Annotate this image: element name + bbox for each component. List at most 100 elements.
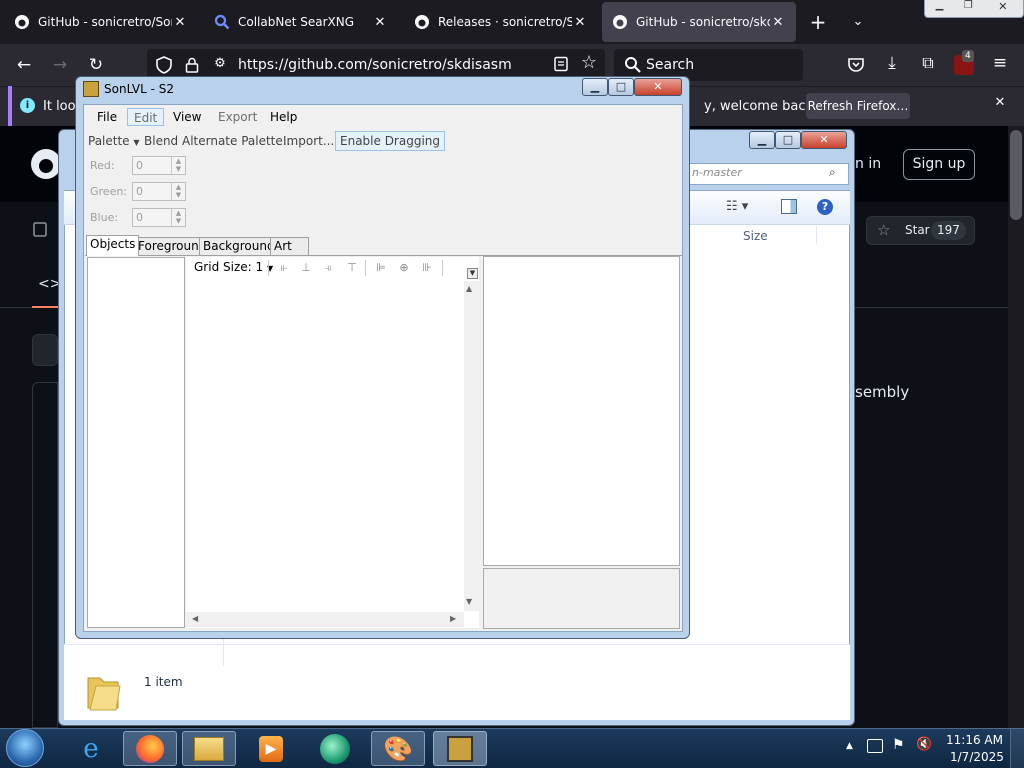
window-controls: ▁ ❐ ✕ <box>924 0 1024 18</box>
github-icon <box>415 15 429 29</box>
scroll-down-icon[interactable]: ▼ <box>466 597 472 606</box>
palette-label: Palette <box>88 134 130 148</box>
tab-background[interactable]: Background <box>199 237 279 255</box>
align-left-icon[interactable]: ⫦ <box>277 261 291 275</box>
green-value: 0 <box>136 185 143 198</box>
taskbar-firefox[interactable] <box>123 731 177 766</box>
center-horizontal-icon[interactable]: ⊕ <box>397 261 411 275</box>
scroll-up-icon[interactable]: ▲ <box>466 284 472 293</box>
taskbar-app[interactable] <box>308 731 362 766</box>
explorer-close-icon[interactable]: ✕ <box>801 131 847 149</box>
branch-button[interactable] <box>32 334 58 366</box>
menu-view[interactable]: View <box>168 108 206 126</box>
start-button[interactable] <box>6 729 44 767</box>
menu-help[interactable]: Help <box>265 108 302 126</box>
close-tab-icon[interactable]: ✕ <box>770 15 786 30</box>
help-icon[interactable]: ? <box>817 199 833 215</box>
level-canvas[interactable] <box>186 257 479 628</box>
show-hidden-icons-icon[interactable]: ▲ <box>846 741 853 751</box>
align-right-edge-icon[interactable]: ⊪ <box>420 261 434 275</box>
menu-hamburger-icon[interactable]: ≡ <box>990 53 1010 75</box>
lock-icon[interactable] <box>185 57 199 73</box>
minimize-icon[interactable]: ▁ <box>925 0 954 17</box>
align-left-edge-icon[interactable]: ⊫ <box>374 261 388 275</box>
red-value: 0 <box>136 159 143 172</box>
object-properties-panel[interactable] <box>483 256 680 566</box>
browser-tab[interactable]: CollabNet SearXNG ✕ <box>204 2 398 42</box>
taskbar-explorer[interactable] <box>182 731 236 766</box>
view-options-icon[interactable]: ☷ ▾ <box>726 199 748 214</box>
new-tab-icon[interactable]: + <box>808 10 828 34</box>
extensions-icon[interactable]: ⧉ <box>918 53 938 75</box>
permissions-icon[interactable]: ⚙ <box>211 56 229 74</box>
scrollbar-thumb[interactable] <box>1010 130 1022 220</box>
clock-date[interactable]: 1/7/2025 <box>950 750 1004 764</box>
object-list-panel[interactable] <box>87 257 185 628</box>
close-notification-icon[interactable]: ✕ <box>992 95 1008 113</box>
horizontal-scrollbar[interactable] <box>186 612 464 627</box>
column-header-size[interactable]: Size <box>743 229 768 243</box>
sonlvl-minimize-icon[interactable]: ▁ <box>582 78 608 96</box>
network-icon[interactable] <box>867 739 883 753</box>
bookmark-star-icon[interactable]: ☆ <box>579 53 599 73</box>
import-button[interactable]: Import... <box>283 132 334 150</box>
toolbar-overflow-icon[interactable]: ▼ <box>467 268 478 279</box>
menu-file[interactable]: File <box>92 108 122 126</box>
explorer-search-icon[interactable]: ⌕ <box>829 165 836 180</box>
scroll-left-icon[interactable]: ◀ <box>192 614 198 623</box>
sonlvl-maximize-icon[interactable]: □ <box>608 78 634 96</box>
list-tabs-chevron-icon[interactable]: ⌄ <box>848 10 868 34</box>
reload-icon[interactable]: ↻ <box>83 53 109 77</box>
vertical-scrollbar[interactable] <box>464 281 479 611</box>
restore-icon[interactable]: ❐ <box>954 0 983 17</box>
tab-objects[interactable]: Objects <box>86 235 140 256</box>
sign-up-button[interactable]: Sign up <box>903 149 975 180</box>
menu-edit[interactable]: Edit <box>127 108 165 126</box>
green-spinner[interactable]: 0 ▲ ▼ <box>132 182 186 201</box>
clock-time[interactable]: 11:16 AM <box>946 733 1003 747</box>
sign-in-link[interactable]: n in <box>855 156 881 172</box>
explorer-maximize-icon[interactable]: □ <box>775 131 801 149</box>
taskbar-sonlvl[interactable] <box>433 731 487 766</box>
grid-size-dropdown[interactable]: Grid Size: 1 ▼ <box>194 260 273 274</box>
reader-view-icon[interactable] <box>553 56 569 72</box>
taskbar-media-player[interactable]: ▶ <box>244 731 298 766</box>
blue-spinner[interactable]: 0 ▲ ▼ <box>132 208 186 227</box>
align-bottom-icon[interactable]: ⊥ <box>299 261 313 275</box>
back-arrow-icon[interactable]: ← <box>11 53 37 77</box>
preview-pane-icon[interactable] <box>781 199 797 214</box>
align-right-icon[interactable]: ⫣ <box>321 261 335 275</box>
browser-tab-active[interactable]: GitHub - sonicretro/skdisasm ✕ <box>602 2 796 42</box>
tab-art[interactable]: Art <box>270 237 309 255</box>
blend-alternate-palette-button[interactable]: Blend Alternate Palette... <box>144 132 294 150</box>
shield-icon[interactable] <box>156 56 172 74</box>
explorer-minimize-icon[interactable]: ▁ <box>749 131 775 149</box>
close-tab-icon[interactable]: ✕ <box>172 15 188 30</box>
browser-tab[interactable]: GitHub - sonicretro/SonLVL ✕ <box>4 2 198 42</box>
align-top-icon[interactable]: ⊤ <box>345 261 359 275</box>
url-text[interactable]: https://github.com/sonicretro/skdisasm <box>238 57 512 73</box>
red-spinner[interactable]: 0 ▲ ▼ <box>132 156 186 175</box>
palette-dropdown[interactable]: Palette ▼ <box>88 132 140 150</box>
action-center-flag-icon[interactable]: ⚑ <box>892 737 905 753</box>
pocket-icon[interactable] <box>846 55 866 75</box>
show-desktop-button[interactable] <box>1010 729 1024 768</box>
enable-dragging-button[interactable]: Enable Dragging <box>335 131 446 151</box>
download-icon[interactable]: ⤓ <box>882 53 902 75</box>
search-engine-icon[interactable] <box>624 56 642 74</box>
close-tab-icon[interactable]: ✕ <box>372 15 388 30</box>
sonlvl-close-icon[interactable]: ✕ <box>634 78 682 96</box>
spinner-arrows-icon[interactable]: ▲ ▼ <box>171 209 185 226</box>
forward-arrow-icon[interactable]: → <box>47 53 73 77</box>
spinner-arrows-icon[interactable]: ▲ ▼ <box>171 183 185 200</box>
close-tab-icon[interactable]: ✕ <box>572 15 588 30</box>
menu-export[interactable]: Export <box>213 108 262 126</box>
spinner-arrows-icon[interactable]: ▲ ▼ <box>171 157 185 174</box>
browser-tab[interactable]: Releases · sonicretro/SonLVL ✕ <box>404 2 598 42</box>
volume-muted-icon[interactable]: 🔇 <box>916 737 932 752</box>
refresh-firefox-button[interactable]: Refresh Firefox… <box>806 93 910 119</box>
scroll-right-icon[interactable]: ▶ <box>450 614 456 623</box>
close-window-icon[interactable]: ✕ <box>983 0 1023 17</box>
taskbar-paint[interactable]: 🎨 <box>371 731 425 766</box>
taskbar-ie[interactable]: e <box>64 731 118 766</box>
